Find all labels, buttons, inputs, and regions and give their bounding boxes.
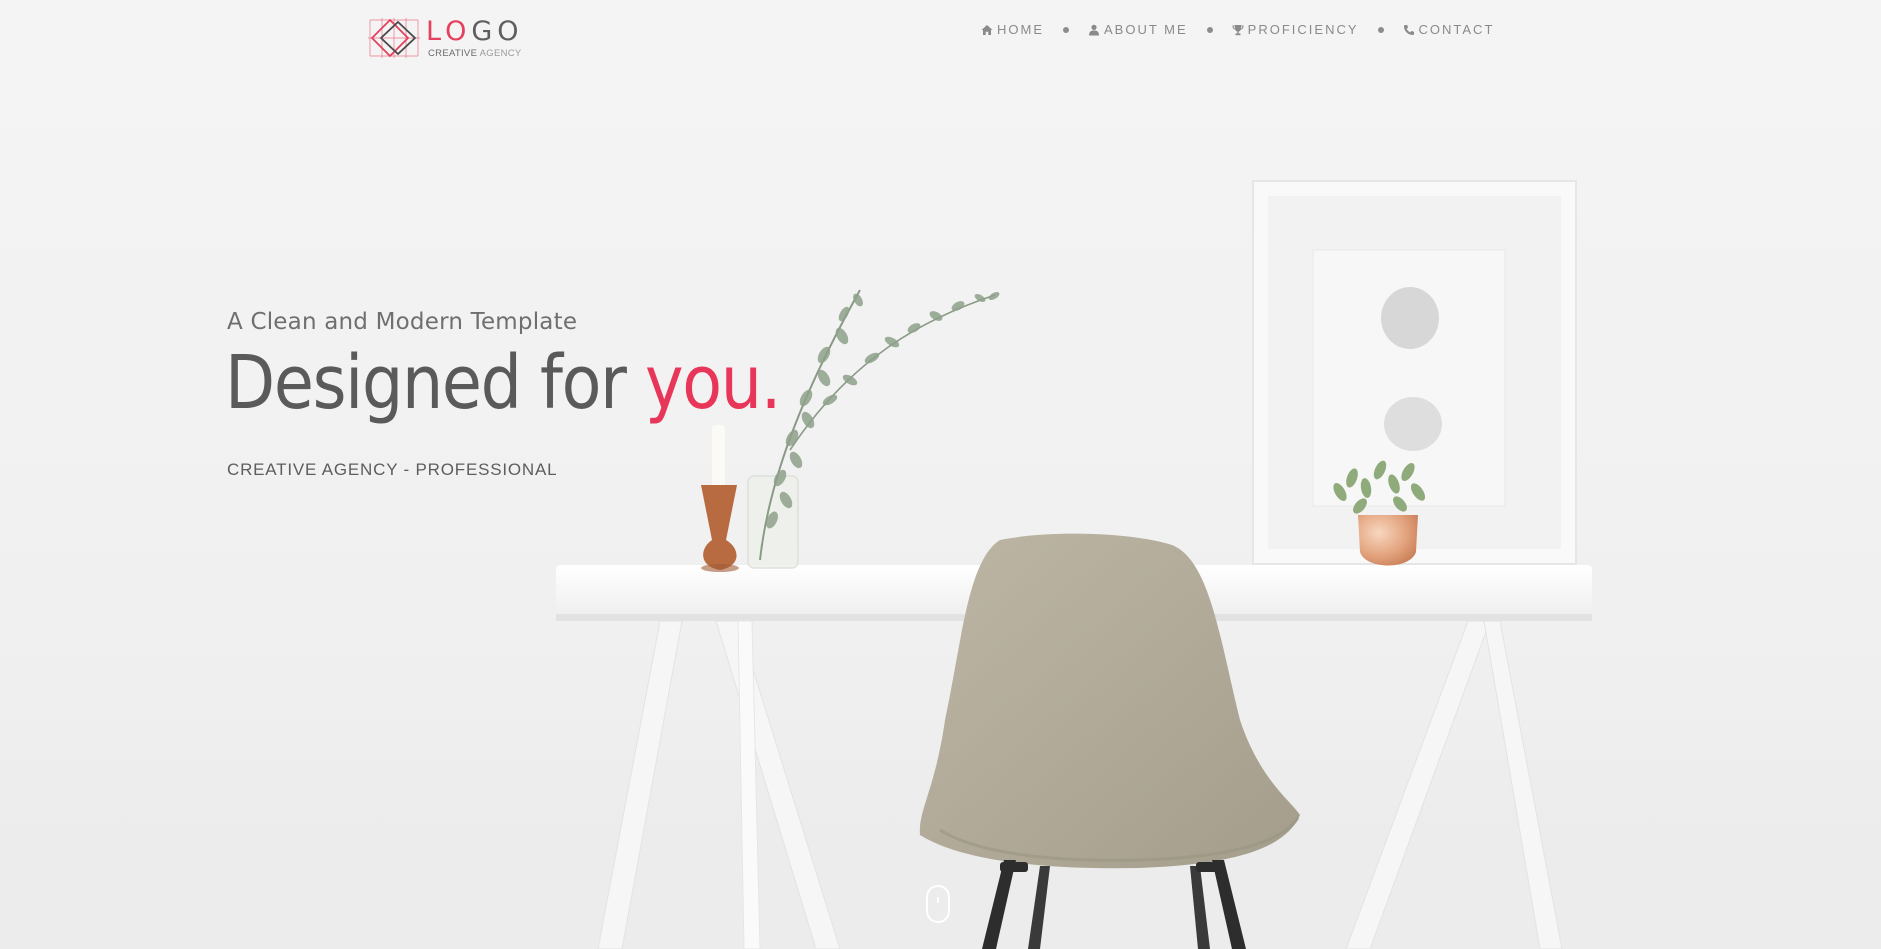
phone-icon [1403,24,1414,35]
hero-subtitle: A Clean and Modern Template [227,309,578,335]
user-icon [1089,24,1099,35]
logo-text: LOGO CREATIVE AGENCY [426,18,524,59]
nav-item-label: PROFICIENCY [1247,22,1359,37]
hero-tagline: CREATIVE AGENCY - PROFESSIONAL [227,460,558,479]
logo-tagline-strong: CREATIVE [428,47,478,59]
logo-tagline: CREATIVE AGENCY [426,49,524,59]
scroll-wheel-dot [937,897,939,903]
hero-headline: Designed for you. [225,340,781,426]
hero-headline-accent: you. [645,340,781,426]
nav-item-home[interactable]: HOME [981,22,1044,37]
logo-wordmark: LOGO [426,18,524,45]
nav-item-about-me[interactable]: ABOUT ME [1088,22,1188,37]
hero-section: LOGO CREATIVE AGENCY HOME ABOUT ME PROFI… [0,0,1881,949]
nav-item-label: CONTACT [1418,22,1495,37]
logo[interactable]: LOGO CREATIVE AGENCY [368,16,524,60]
hero-headline-main: Designed for [225,340,646,426]
nav-item-label: ABOUT ME [1104,22,1188,37]
home-icon [981,24,993,35]
logo-diamond-icon [368,18,420,58]
main-nav: HOME ABOUT ME PROFICIENCY CONTACT [981,22,1494,37]
nav-separator [1206,26,1213,33]
mouse-scroll-icon[interactable] [926,885,950,923]
logo-word-accent: LO [426,15,472,47]
trophy-icon [1232,24,1244,35]
nav-separator [1377,26,1384,33]
logo-word-rest: GO [471,15,524,47]
nav-separator [1063,26,1069,33]
nav-item-proficiency[interactable]: PROFICIENCY [1232,22,1359,37]
nav-item-label: HOME [997,22,1044,37]
logo-tagline-light: AGENCY [479,47,522,59]
nav-item-contact[interactable]: CONTACT [1403,22,1495,37]
